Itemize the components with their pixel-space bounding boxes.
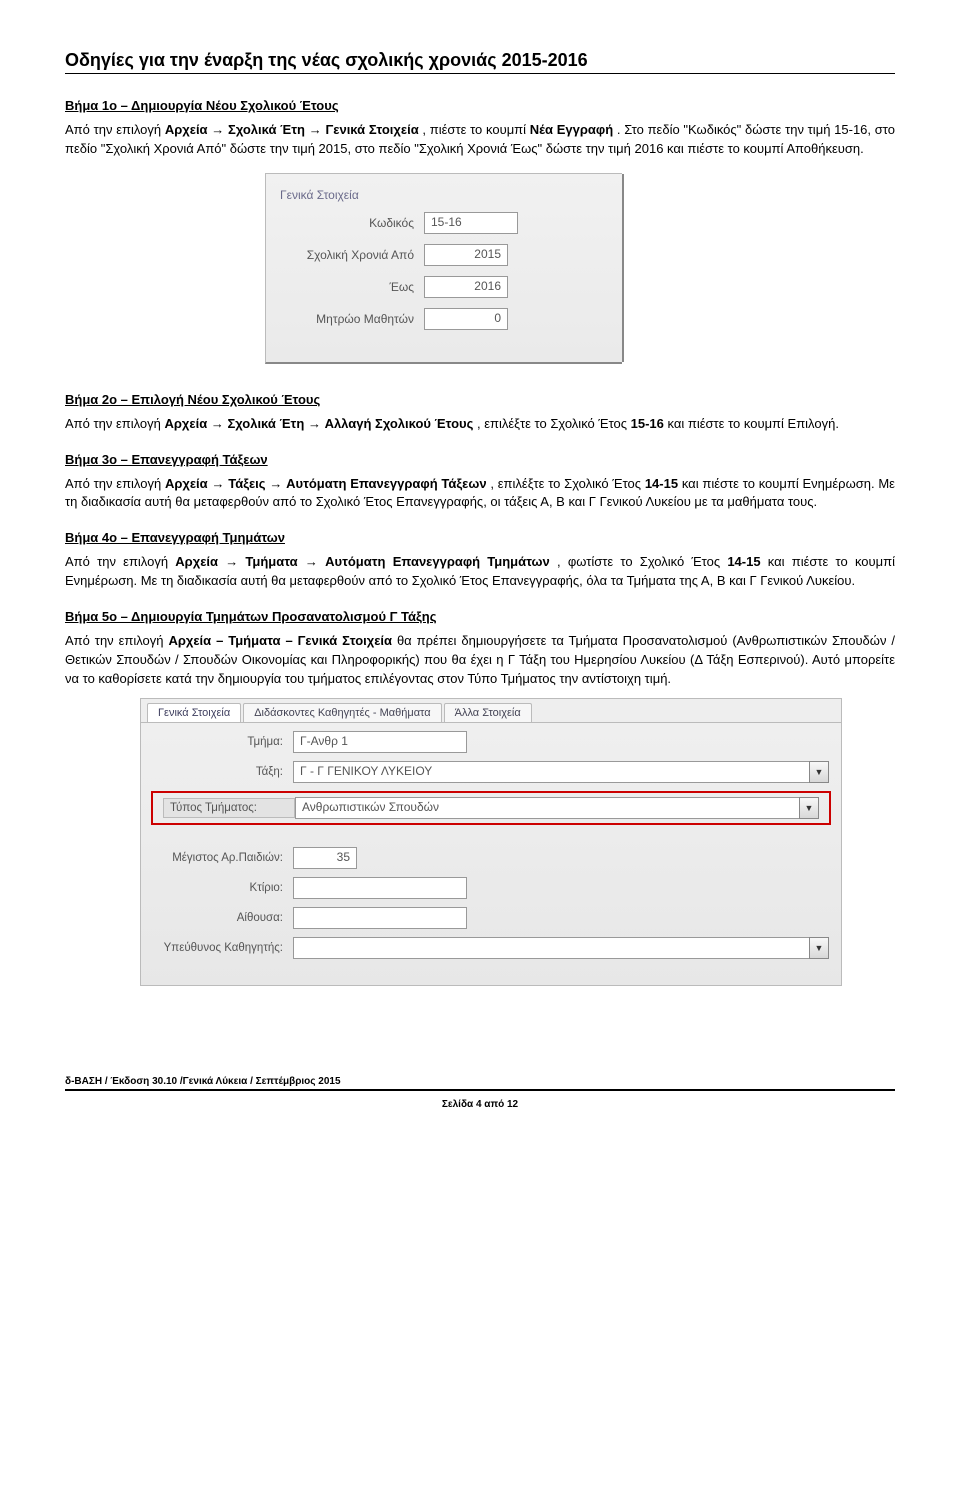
label-year-from: Σχολική Χρονιά Από xyxy=(274,248,424,262)
label-max-students: Μέγιστος Αρ.Παιδιών: xyxy=(153,852,293,864)
label-type: Τύπος Τμήματος: xyxy=(163,798,295,818)
form-row-year-to: Έως 2016 xyxy=(274,276,614,298)
menu-path-part: Αυτόματη Επανεγγραφή Τάξεων xyxy=(286,476,486,491)
form-row-year-from: Σχολική Χρονιά Από 2015 xyxy=(274,244,614,266)
button-name: Νέα Εγγραφή xyxy=(530,122,613,137)
arrow-icon: → xyxy=(211,416,228,431)
menu-path-part: Αρχεία xyxy=(165,122,208,137)
step1-paragraph: Από την επιλογή Αρχεία → Σχολικά Έτη → Γ… xyxy=(65,121,895,159)
step4-paragraph: Από την επιλογή Αρχεία → Τμήματα → Αυτόμ… xyxy=(65,553,895,591)
form-section-title: Γενικά Στοιχεία xyxy=(280,188,614,202)
menu-path-part: Αρχεία – Τμήματα – Γενικά Στοιχεία xyxy=(168,633,392,648)
general-info-form-screenshot: Γενικά Στοιχεία Κωδικός 15-16 Σχολική Χρ… xyxy=(265,173,622,364)
text: Από την επιλογή xyxy=(65,122,165,137)
menu-path-part: Σχολικά Έτη xyxy=(228,122,305,137)
highlighted-row-type: Τύπος Τμήματος: Ανθρωπιστικών Σπουδών ▼ xyxy=(151,791,831,825)
row-room: Αίθουσα: xyxy=(141,907,841,929)
label-tmima: Τμήμα: xyxy=(153,736,293,748)
row-taxi: Τάξη: Γ - Γ ΓΕΝΙΚΟΥ ΛΥΚΕΙΟΥ ▼ xyxy=(141,761,841,783)
text: Από την επιλογή xyxy=(65,633,168,648)
row-tmima: Τμήμα: Γ-Ανθρ 1 xyxy=(141,731,841,753)
arrow-icon: → xyxy=(305,554,325,569)
step5-header: Βήμα 5ο – Δημιουργία Τμημάτων Προσανατολ… xyxy=(65,609,895,624)
select-taxi[interactable]: Γ - Γ ΓΕΝΙΚΟΥ ΛΥΚΕΙΟΥ xyxy=(293,761,810,783)
input-registry[interactable]: 0 xyxy=(424,308,508,330)
step2-header: Βήμα 2ο – Επιλογή Νέου Σχολικού Έτους xyxy=(65,392,895,407)
label-code: Κωδικός xyxy=(274,216,424,230)
label-building: Κτίριο: xyxy=(153,882,293,894)
input-tmima[interactable]: Γ-Ανθρ 1 xyxy=(293,731,467,753)
select-type[interactable]: Ανθρωπιστικών Σπουδών xyxy=(295,797,800,819)
menu-path-part: Αρχεία xyxy=(175,554,218,569)
footer-divider xyxy=(65,1089,895,1093)
label-registry: Μητρώο Μαθητών xyxy=(274,312,424,326)
menu-path-part: Αυτόματη Επανεγγραφή Τμημάτων xyxy=(325,554,550,569)
step3-paragraph: Από την επιλογή Αρχεία → Τάξεις → Αυτόμα… xyxy=(65,475,895,513)
text: , επιλέξτε το Σχολικό Έτος xyxy=(490,476,644,491)
arrow-icon: → xyxy=(269,476,286,491)
row-max-students: Μέγιστος Αρ.Παιδιών: 35 xyxy=(141,847,841,869)
footer-version-line: δ-ΒΑΣΗ / Έκδοση 30.10 /Γενικά Λύκεια / Σ… xyxy=(65,1076,895,1087)
menu-path-part: Γενικά Στοιχεία xyxy=(325,122,418,137)
select-teacher[interactable] xyxy=(293,937,810,959)
text: Από την επιλογή xyxy=(65,554,175,569)
row-teacher: Υπεύθυνος Καθηγητής: ▼ xyxy=(141,937,841,959)
menu-path-part: Σχολικά Έτη xyxy=(227,416,304,431)
label-taxi: Τάξη: xyxy=(153,766,293,778)
text: , πιέστε το κουμπί xyxy=(422,122,529,137)
arrow-icon: → xyxy=(308,416,325,431)
text: , επιλέξτε το Σχολικό Έτος xyxy=(477,416,631,431)
step1-header: Βήμα 1ο – Δημιουργία Νέου Σχολικού Έτους xyxy=(65,98,895,113)
arrow-icon: → xyxy=(211,122,228,137)
label-year-to: Έως xyxy=(274,280,424,294)
input-year-from[interactable]: 2015 xyxy=(424,244,508,266)
text: Από την επιλογή xyxy=(65,416,165,431)
chevron-down-icon[interactable]: ▼ xyxy=(809,937,829,959)
step3-header: Βήμα 3ο – Επανεγγραφή Τάξεων xyxy=(65,452,895,467)
section-form-screenshot: Γενικά Στοιχεία Διδάσκοντες Καθηγητές - … xyxy=(140,698,842,986)
menu-path-part: Αρχεία xyxy=(165,476,208,491)
page-number: Σελίδα 4 από 12 xyxy=(65,1099,895,1110)
arrow-icon: → xyxy=(309,122,326,137)
form-row-code: Κωδικός 15-16 xyxy=(274,212,614,234)
page-title: Οδηγίες για την έναρξη της νέας σχολικής… xyxy=(65,50,895,74)
footer: δ-ΒΑΣΗ / Έκδοση 30.10 /Γενικά Λύκεια / Σ… xyxy=(65,1076,895,1110)
label-room: Αίθουσα: xyxy=(153,912,293,924)
step5-paragraph: Από την επιλογή Αρχεία – Τμήματα – Γενικ… xyxy=(65,632,895,689)
menu-path-part: Τάξεις xyxy=(228,476,265,491)
tab-general[interactable]: Γενικά Στοιχεία xyxy=(147,703,241,722)
year-value: 14-15 xyxy=(727,554,760,569)
tab-other[interactable]: Άλλα Στοιχεία xyxy=(444,703,532,722)
arrow-icon: → xyxy=(225,554,245,569)
input-code[interactable]: 15-16 xyxy=(424,212,518,234)
year-value: 15-16 xyxy=(631,416,664,431)
menu-path-part: Τμήματα xyxy=(245,554,297,569)
menu-path-part: Αρχεία xyxy=(165,416,208,431)
chevron-down-icon[interactable]: ▼ xyxy=(799,797,819,819)
step4-header: Βήμα 4ο – Επανεγγραφή Τμημάτων xyxy=(65,530,895,545)
input-max-students[interactable]: 35 xyxy=(293,847,357,869)
chevron-down-icon[interactable]: ▼ xyxy=(809,761,829,783)
text: , φωτίστε το Σχολικό Έτος xyxy=(557,554,727,569)
menu-path-part: Αλλαγή Σχολικού Έτους xyxy=(325,416,474,431)
form-row-registry: Μητρώο Μαθητών 0 xyxy=(274,308,614,330)
row-building: Κτίριο: xyxy=(141,877,841,899)
input-building[interactable] xyxy=(293,877,467,899)
year-value: 14-15 xyxy=(645,476,678,491)
input-year-to[interactable]: 2016 xyxy=(424,276,508,298)
label-teacher: Υπεύθυνος Καθηγητής: xyxy=(153,942,293,954)
tab-teachers[interactable]: Διδάσκοντες Καθηγητές - Μαθήματα xyxy=(243,703,441,722)
input-room[interactable] xyxy=(293,907,467,929)
text: και πιέστε το κουμπί Επιλογή. xyxy=(668,416,839,431)
text: Από την επιλογή xyxy=(65,476,165,491)
tab-bar: Γενικά Στοιχεία Διδάσκοντες Καθηγητές - … xyxy=(141,699,841,723)
arrow-icon: → xyxy=(211,476,228,491)
step2-paragraph: Από την επιλογή Αρχεία → Σχολικά Έτη → Α… xyxy=(65,415,895,434)
